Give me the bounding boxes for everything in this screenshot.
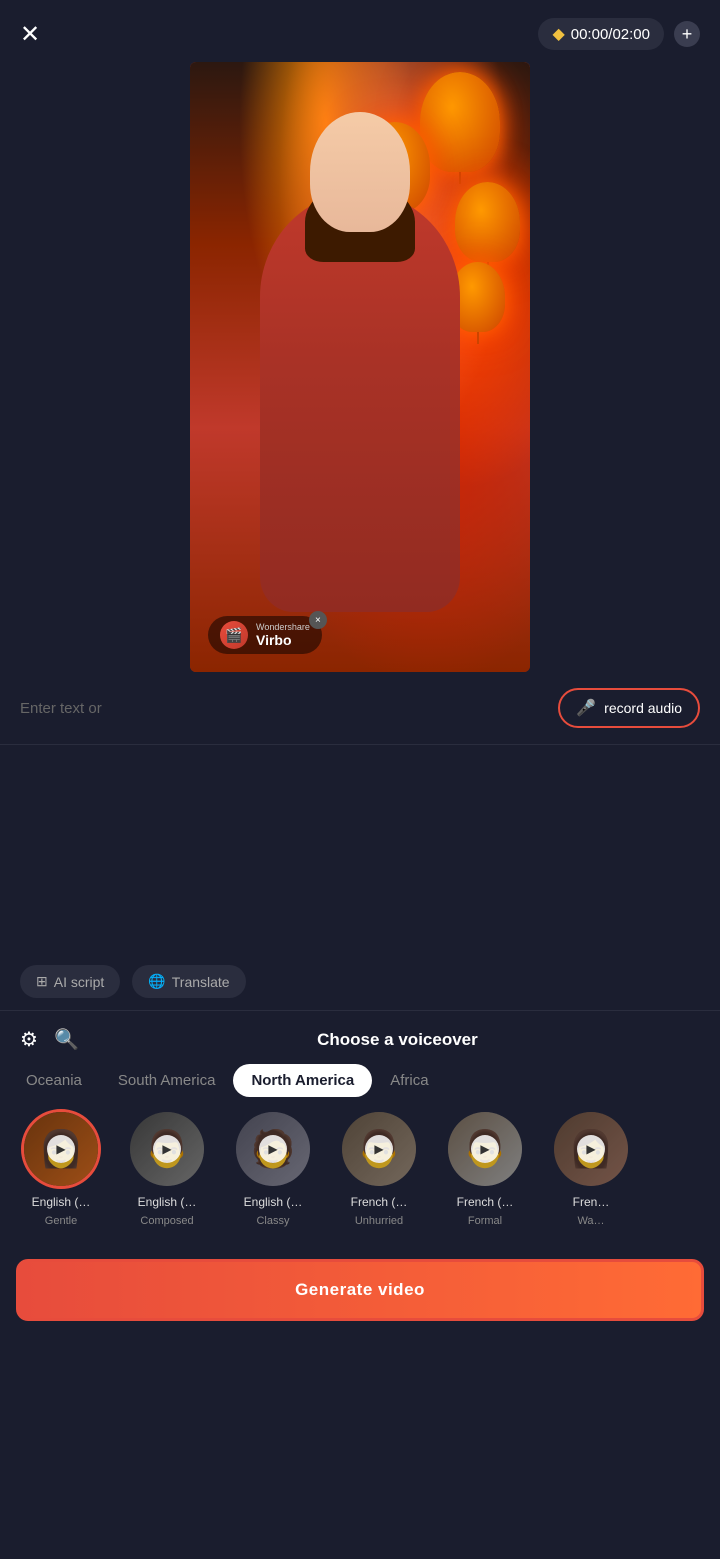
- voiceover-controls: ⚙ 🔍: [20, 1027, 79, 1052]
- voice-card-3[interactable]: 🧑 ▶ English (… Classy: [228, 1109, 318, 1227]
- avatar-6: 👩 ▶: [551, 1109, 631, 1189]
- voiceover-header: ⚙ 🔍 Choose a voiceover: [0, 1011, 720, 1064]
- timer-text: 00:00/02:00: [571, 26, 650, 43]
- plus-button[interactable]: +: [674, 21, 700, 47]
- generate-video-button[interactable]: Generate video: [16, 1259, 704, 1321]
- watermark-brand: Wondershare: [256, 622, 310, 632]
- watermark-close-button[interactable]: ×: [309, 611, 327, 629]
- content-spacer: [0, 745, 720, 945]
- voiceover-title: Choose a voiceover: [95, 1030, 700, 1050]
- voice-style-5: Formal: [468, 1215, 502, 1227]
- watermark-name: Virbo: [256, 632, 310, 648]
- text-input-area: Enter text or 🎤 record audio: [0, 672, 720, 745]
- watermark: 🎬 Wondershare Virbo ×: [208, 616, 322, 654]
- voice-style-1: Gentle: [45, 1215, 77, 1227]
- voice-name-3: English (…: [244, 1195, 303, 1209]
- voice-style-4: Unhurried: [355, 1215, 403, 1227]
- tab-north-america[interactable]: North America: [233, 1064, 372, 1097]
- voice-cards: 👩 ▶ English (… Gentle 👨 ▶ English (… Com…: [0, 1109, 720, 1247]
- play-overlay-3: ▶: [236, 1112, 310, 1186]
- play-overlay-6: ▶: [554, 1112, 628, 1186]
- tab-south-america[interactable]: South America: [100, 1064, 234, 1097]
- voiceover-section: ⚙ 🔍 Choose a voiceover Oceania South Ame…: [0, 1010, 720, 1247]
- virbo-logo-icon: 🎬: [220, 621, 248, 649]
- voice-name-2: English (…: [138, 1195, 197, 1209]
- region-tabs: Oceania South America North America Afri…: [0, 1064, 720, 1109]
- ai-script-button[interactable]: ⊞ AI script: [20, 965, 120, 998]
- record-audio-button[interactable]: 🎤 record audio: [558, 688, 700, 728]
- play-button-3[interactable]: ▶: [259, 1135, 287, 1163]
- avatar-4: 👨 ▶: [339, 1109, 419, 1189]
- voice-style-3: Classy: [256, 1215, 289, 1227]
- play-overlay-4: ▶: [342, 1112, 416, 1186]
- person-head: [310, 112, 410, 232]
- video-frame: 🎬 Wondershare Virbo ×: [190, 62, 530, 672]
- translate-label: Translate: [172, 974, 230, 990]
- ai-script-label: AI script: [54, 974, 105, 990]
- bottom-toolbar: ⊞ AI script 🌐 Translate: [0, 945, 720, 1010]
- voice-card-5[interactable]: 👨 ▶ French (… Formal: [440, 1109, 530, 1227]
- play-overlay-1: ▶: [24, 1112, 98, 1186]
- voice-name-4: French (…: [351, 1195, 408, 1209]
- play-button-4[interactable]: ▶: [365, 1135, 393, 1163]
- avatar-5: 👨 ▶: [445, 1109, 525, 1189]
- play-overlay-2: ▶: [130, 1112, 204, 1186]
- play-button-5[interactable]: ▶: [471, 1135, 499, 1163]
- timer-badge: ◆ 00:00/02:00: [538, 18, 664, 50]
- avatar-1: 👩 ▶: [21, 1109, 101, 1189]
- play-overlay-5: ▶: [448, 1112, 522, 1186]
- voice-card-2[interactable]: 👨 ▶ English (… Composed: [122, 1109, 212, 1227]
- tab-oceania[interactable]: Oceania: [8, 1064, 100, 1097]
- tab-africa[interactable]: Africa: [372, 1064, 446, 1097]
- watermark-text: Wondershare Virbo: [256, 622, 310, 648]
- record-audio-label: record audio: [604, 700, 682, 716]
- video-container: 🎬 Wondershare Virbo ×: [0, 62, 720, 672]
- input-placeholder: Enter text or: [20, 700, 546, 717]
- filter-icon[interactable]: ⚙: [20, 1027, 38, 1052]
- voice-name-5: French (…: [457, 1195, 514, 1209]
- avatar-3: 🧑 ▶: [233, 1109, 313, 1189]
- avatar-2: 👨 ▶: [127, 1109, 207, 1189]
- microphone-icon: 🎤: [576, 698, 596, 718]
- search-icon[interactable]: 🔍: [54, 1027, 79, 1052]
- voice-name-1: English (…: [32, 1195, 91, 1209]
- voice-style-6: Wa…: [577, 1215, 604, 1227]
- translate-button[interactable]: 🌐 Translate: [132, 965, 245, 998]
- person-body: [260, 192, 460, 612]
- voice-card-1[interactable]: 👩 ▶ English (… Gentle: [16, 1109, 106, 1227]
- lantern-2: [455, 182, 520, 262]
- voice-card-6[interactable]: 👩 ▶ Fren… Wa…: [546, 1109, 636, 1227]
- play-button-2[interactable]: ▶: [153, 1135, 181, 1163]
- voice-name-6: Fren…: [573, 1195, 610, 1209]
- play-button-1[interactable]: ▶: [47, 1135, 75, 1163]
- diamond-icon: ◆: [552, 24, 564, 44]
- header: ✕ ◆ 00:00/02:00 +: [0, 0, 720, 62]
- voice-style-2: Composed: [140, 1215, 193, 1227]
- ai-script-icon: ⊞: [36, 973, 48, 990]
- play-button-6[interactable]: ▶: [577, 1135, 605, 1163]
- close-button[interactable]: ✕: [20, 20, 40, 49]
- lantern-1: [420, 72, 500, 172]
- translate-icon: 🌐: [148, 973, 165, 990]
- voice-card-4[interactable]: 👨 ▶ French (… Unhurried: [334, 1109, 424, 1227]
- generate-section: Generate video: [0, 1247, 720, 1345]
